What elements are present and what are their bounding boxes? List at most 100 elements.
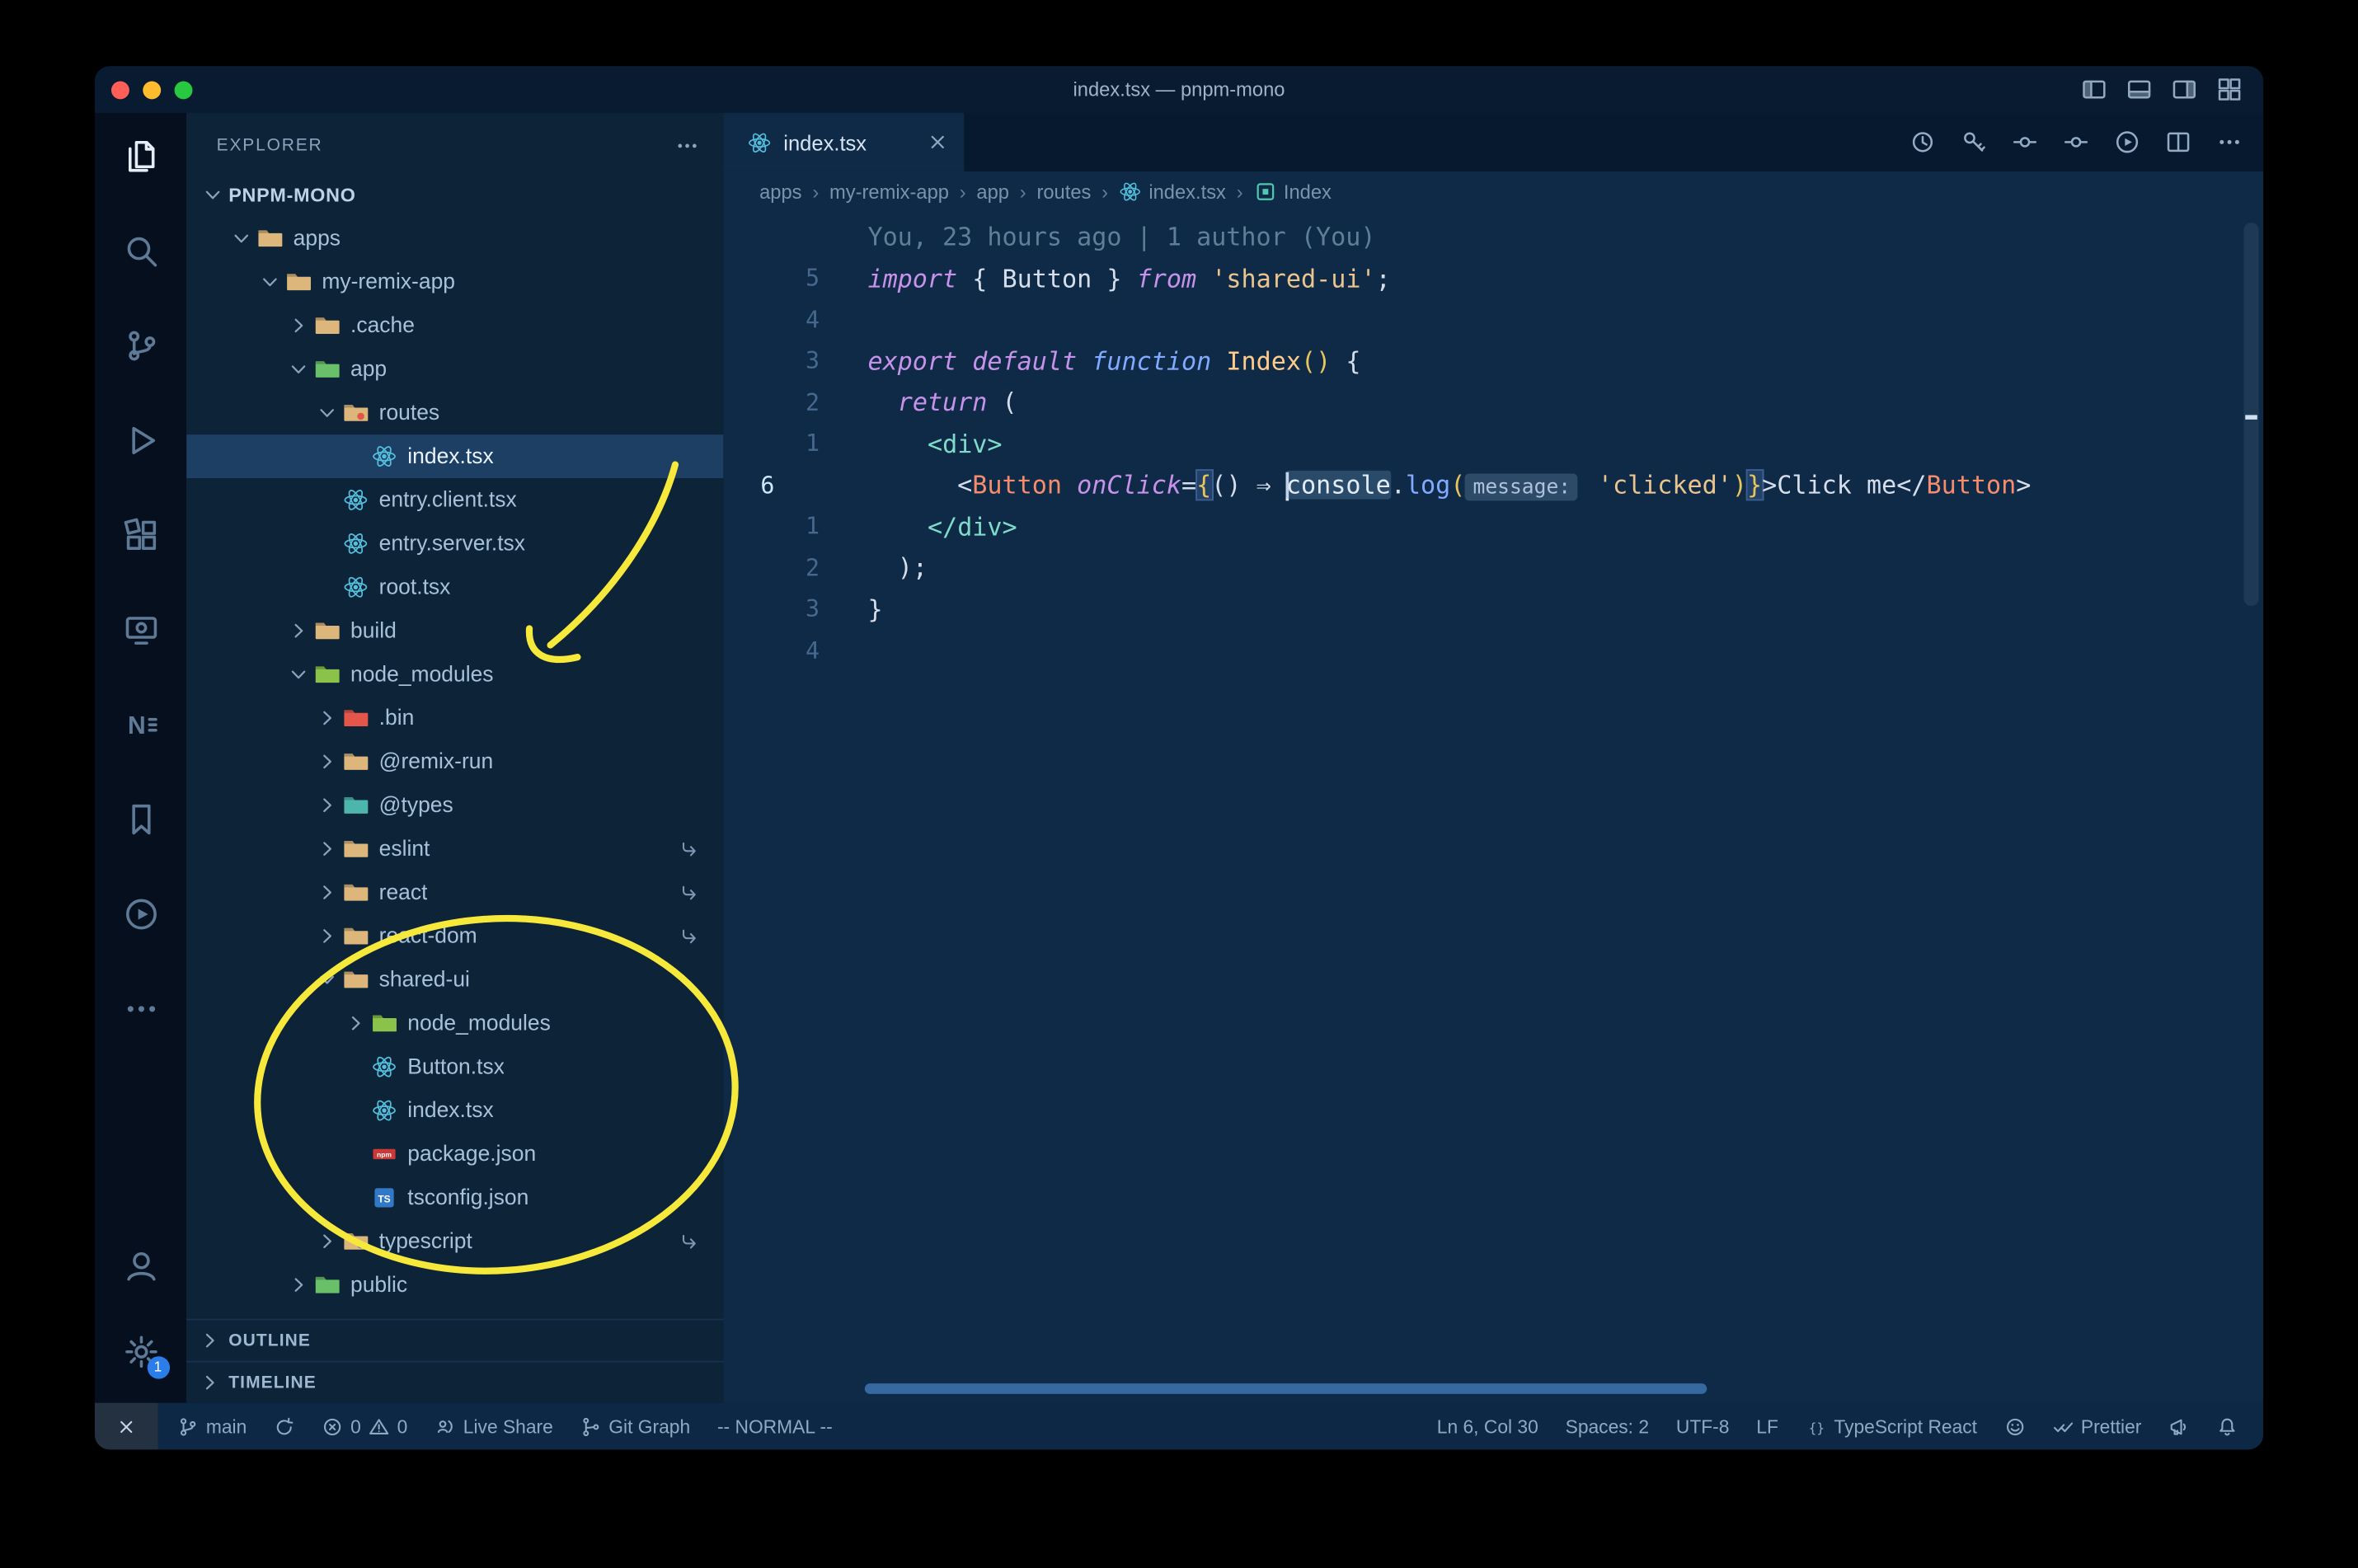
status-eol[interactable]: LF bbox=[1743, 1403, 1792, 1450]
close-button[interactable] bbox=[110, 80, 129, 99]
ellipsis-icon bbox=[123, 991, 159, 1027]
status-vim-mode[interactable]: -- NORMAL -- bbox=[704, 1403, 847, 1450]
folder-icon bbox=[314, 618, 340, 644]
symlink-icon bbox=[679, 838, 700, 860]
status-remote-indicator[interactable] bbox=[94, 1402, 158, 1450]
activity-additional-views[interactable] bbox=[123, 991, 159, 1027]
status-sync-changes[interactable] bbox=[261, 1403, 308, 1450]
views-more-icon[interactable] bbox=[675, 134, 699, 157]
tree-item-shared-ui[interactable]: shared-ui bbox=[186, 958, 723, 1002]
status-live-share[interactable]: Live Share bbox=[421, 1403, 567, 1450]
activity-explorer[interactable] bbox=[123, 138, 159, 175]
toggle-heatmap-icon[interactable] bbox=[2064, 129, 2089, 155]
tree-item-my-remix-app[interactable]: my-remix-app bbox=[186, 261, 723, 304]
tree-item-bin[interactable]: .bin bbox=[186, 697, 723, 740]
tree-item-pnpm-mono[interactable]: PNPM-MONO bbox=[186, 173, 723, 217]
toggle-secondary-sidebar-icon[interactable] bbox=[2172, 77, 2197, 102]
tree-item-index-tsx[interactable]: index.tsx bbox=[186, 1089, 723, 1133]
status-language-mode[interactable]: {} TypeScript React bbox=[1792, 1403, 1990, 1450]
breadcrumb-index-tsx[interactable]: index.tsx bbox=[1119, 180, 1226, 202]
tree-item-package-json[interactable]: npm package.json bbox=[186, 1132, 723, 1176]
code-line[interactable]: 4 bbox=[723, 299, 2263, 340]
tree-item-entry-server-tsx[interactable]: entry.server.tsx bbox=[186, 522, 723, 566]
tree-item-remix-run[interactable]: @remix-run bbox=[186, 739, 723, 783]
customize-layout-icon[interactable] bbox=[2217, 77, 2243, 102]
tree-item-types[interactable]: @types bbox=[186, 783, 723, 827]
minimize-button[interactable] bbox=[143, 80, 162, 99]
code-line[interactable]: You, 23 hours ago | 1 author (You) bbox=[723, 217, 2263, 258]
status-feedback-smiley[interactable] bbox=[1990, 1403, 2038, 1450]
tree-item-node-modules[interactable]: node_modules bbox=[186, 1002, 723, 1045]
tree-item-root-tsx[interactable]: root.tsx bbox=[186, 566, 723, 609]
activity-accounts[interactable] bbox=[123, 1248, 159, 1284]
breadcrumb-index[interactable]: Index bbox=[1253, 180, 1332, 202]
breadcrumb-routes[interactable]: routes bbox=[1036, 180, 1091, 202]
activity-live-share[interactable] bbox=[123, 896, 159, 932]
activity-nx-console[interactable]: N bbox=[123, 707, 159, 743]
activity-remote-explorer[interactable] bbox=[123, 612, 159, 648]
status-git-branch[interactable]: main bbox=[164, 1403, 261, 1450]
toggle-panel-icon[interactable] bbox=[2126, 77, 2152, 102]
activity-settings[interactable]: 1 bbox=[123, 1334, 170, 1379]
run-file-icon[interactable] bbox=[2115, 129, 2140, 155]
tree-item-cache[interactable]: .cache bbox=[186, 303, 723, 347]
code-line[interactable]: 1 <div> bbox=[723, 423, 2263, 464]
breadcrumb-my-remix-app[interactable]: my-remix-app bbox=[829, 180, 949, 202]
local-history-icon[interactable] bbox=[1909, 129, 1935, 155]
breadcrumb-apps[interactable]: apps bbox=[759, 180, 801, 202]
status-problems[interactable]: 00 bbox=[308, 1403, 421, 1450]
code-line[interactable]: 2 ); bbox=[723, 547, 2263, 589]
status-notifications[interactable] bbox=[2203, 1403, 2251, 1450]
code-editor[interactable]: You, 23 hours ago | 1 author (You) 5 impor… bbox=[723, 210, 2263, 1402]
split-editor-icon[interactable] bbox=[2166, 129, 2191, 155]
toggle-primary-sidebar-icon[interactable] bbox=[2081, 77, 2107, 102]
tab-index-tsx[interactable]: index.tsx bbox=[723, 112, 965, 171]
status-git-graph[interactable]: Git Graph bbox=[566, 1403, 703, 1450]
tree-item-react-dom[interactable]: react-dom bbox=[186, 914, 723, 958]
section-timeline[interactable]: TIMELINE bbox=[186, 1360, 724, 1403]
tree-item-node-modules[interactable]: node_modules bbox=[186, 653, 723, 697]
status-encoding[interactable]: UTF-8 bbox=[1662, 1403, 1742, 1450]
code-line[interactable]: 6 <Button onClick={() ⇒ console.log(mess… bbox=[723, 465, 2263, 506]
status-cursor-position[interactable]: Ln 6, Col 30 bbox=[1423, 1403, 1552, 1450]
code-line[interactable]: 5 import { Button } from 'shared-ui'; bbox=[723, 258, 2263, 299]
tree-item-react[interactable]: react bbox=[186, 871, 723, 914]
tree-item-public[interactable]: public bbox=[186, 1263, 723, 1307]
code-token: () bbox=[1211, 470, 1242, 500]
activity-bookmarks[interactable] bbox=[123, 801, 159, 838]
tree-item-routes[interactable]: routes bbox=[186, 391, 723, 434]
tree-item-entry-client-tsx[interactable]: entry.client.tsx bbox=[186, 478, 723, 522]
code-line[interactable]: 3 export default function Index() { bbox=[723, 340, 2263, 382]
more-actions-icon[interactable] bbox=[2217, 129, 2243, 155]
section-outline[interactable]: OUTLINE bbox=[186, 1318, 724, 1361]
tree-item-tsconfig-json[interactable]: TS tsconfig.json bbox=[186, 1176, 723, 1219]
code-line[interactable]: 3} bbox=[723, 589, 2263, 630]
tree-item-apps[interactable]: apps bbox=[186, 217, 723, 261]
tree-item-index-tsx[interactable]: index.tsx bbox=[186, 434, 724, 479]
folder-label: .bin bbox=[378, 706, 415, 730]
activity-run-and-debug[interactable] bbox=[123, 423, 159, 459]
activity-search[interactable] bbox=[123, 233, 159, 270]
activity-extensions[interactable] bbox=[123, 517, 159, 553]
code-line[interactable]: 1 </div> bbox=[723, 506, 2263, 547]
status-bar-left: main 0 0 Live Share Git Graph -- NORMAL -- bbox=[94, 1402, 847, 1450]
tree-item-eslint[interactable]: eslint bbox=[186, 827, 723, 871]
tab-close-icon[interactable] bbox=[927, 131, 949, 153]
code-line[interactable]: 4 bbox=[723, 630, 2263, 671]
tree-item-button-tsx[interactable]: Button.tsx bbox=[186, 1045, 723, 1089]
tree-item-app[interactable]: app bbox=[186, 347, 723, 391]
code-line-content: ); bbox=[867, 554, 928, 583]
code-line[interactable]: 2 return ( bbox=[723, 382, 2263, 423]
status-indentation[interactable]: Spaces: 2 bbox=[1552, 1403, 1662, 1450]
breadcrumb-app[interactable]: app bbox=[976, 180, 1009, 202]
gitlens-annotations-icon[interactable] bbox=[1961, 129, 1986, 155]
tree-item-typescript[interactable]: typescript bbox=[186, 1219, 723, 1263]
toggle-blame-icon[interactable] bbox=[2013, 129, 2038, 155]
breadcrumb-separator: › bbox=[1019, 179, 1026, 203]
status-formatter-prettier[interactable]: Prettier bbox=[2039, 1403, 2155, 1450]
horizontal-scrollbar[interactable] bbox=[864, 1383, 1707, 1394]
activity-source-control[interactable] bbox=[123, 328, 159, 364]
status-announcement[interactable] bbox=[2155, 1403, 2203, 1450]
tree-item-build[interactable]: build bbox=[186, 609, 723, 653]
zoom-button[interactable] bbox=[174, 80, 193, 99]
